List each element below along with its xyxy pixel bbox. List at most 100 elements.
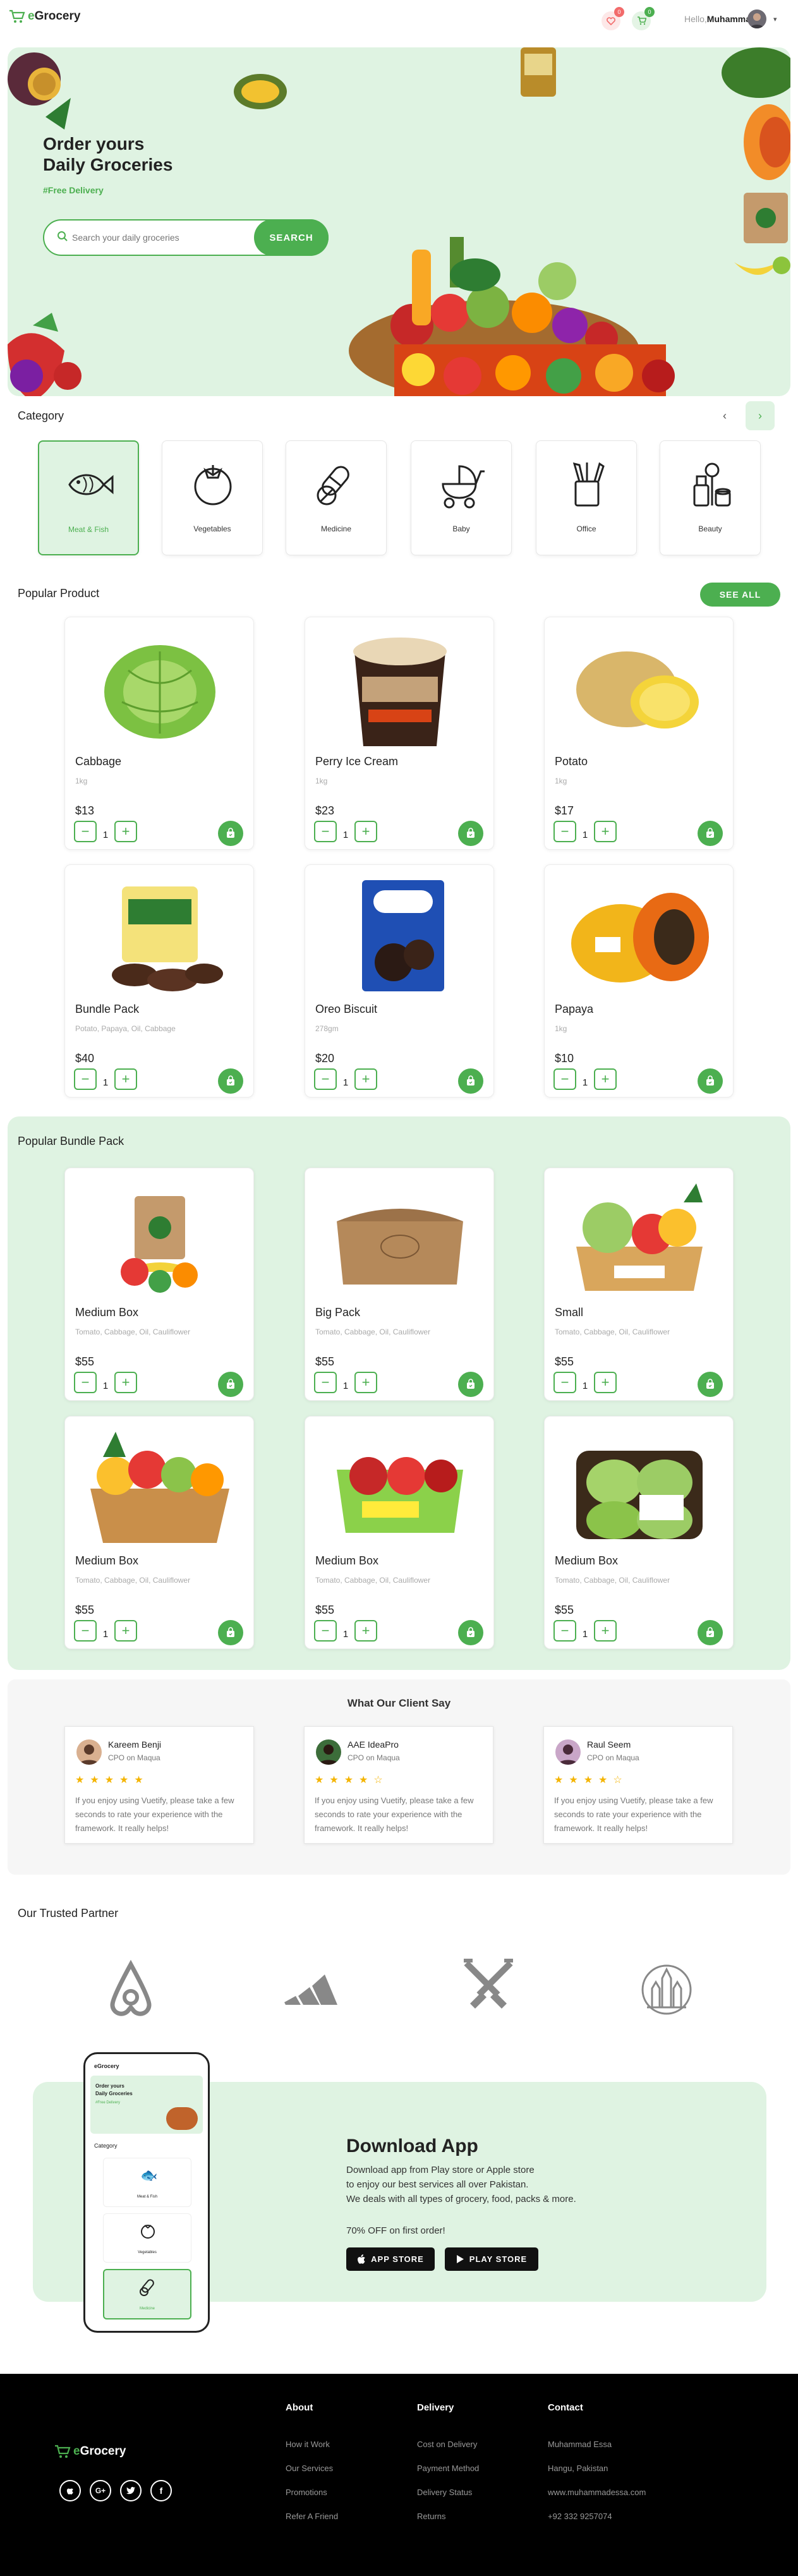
- product-card-oreo-biscuit[interactable]: Oreo Biscuit 278gm $20 − 1 +: [305, 864, 494, 1098]
- increase-quantity-button[interactable]: +: [354, 1372, 377, 1393]
- phone-hero-title2: Daily Groceries: [95, 2091, 133, 2096]
- decrease-quantity-button[interactable]: −: [553, 1372, 576, 1393]
- category-item-beauty[interactable]: Beauty: [660, 440, 761, 555]
- bundle-card-big-pack[interactable]: Big Pack Tomato, Cabbage, Oil, Cauliflowe…: [305, 1168, 494, 1401]
- star-rating: ★★★★☆: [554, 1775, 628, 1786]
- footer-link-cost-on-delivery[interactable]: Cost on Delivery: [417, 2440, 477, 2449]
- increase-quantity-button[interactable]: +: [354, 1068, 377, 1090]
- category-item-medicine[interactable]: Medicine: [286, 440, 387, 555]
- decrease-quantity-button[interactable]: −: [74, 1068, 97, 1090]
- testimonial-card-raul-seem: Raul Seem CPO on Maqua ★★★★☆ If you enjoy u…: [543, 1726, 733, 1844]
- add-to-cart-button[interactable]: [698, 1068, 723, 1094]
- crossed-swords-logo-icon: [464, 1959, 513, 2009]
- facebook-social-button[interactable]: f: [150, 2480, 172, 2501]
- category-item-vegetables[interactable]: Vegetables: [162, 440, 263, 555]
- footer-link-how-it-work[interactable]: How it Work: [286, 2440, 330, 2449]
- logo[interactable]: eGrocery: [9, 9, 80, 24]
- increase-quantity-button[interactable]: +: [114, 1068, 137, 1090]
- increase-quantity-button[interactable]: +: [354, 821, 377, 842]
- product-image: [576, 1451, 703, 1539]
- decrease-quantity-button[interactable]: −: [74, 1372, 97, 1393]
- footer-link-promotions[interactable]: Promotions: [286, 2488, 327, 2497]
- add-to-cart-button[interactable]: [218, 821, 243, 846]
- see-all-button[interactable]: SEE ALL: [700, 583, 780, 607]
- footer-contact-phone[interactable]: +92 332 9257074: [548, 2512, 612, 2521]
- category-item-baby[interactable]: Baby: [411, 440, 512, 555]
- app-store-button[interactable]: APP STORE: [346, 2247, 435, 2271]
- user-avatar[interactable]: [747, 9, 766, 28]
- increase-quantity-button[interactable]: +: [114, 821, 137, 842]
- increase-quantity-button[interactable]: +: [114, 1372, 137, 1393]
- bundle-card-medium-box[interactable]: Medium Box Tomato, Cabbage, Oil, Cauliflo…: [305, 1416, 494, 1649]
- quantity-value: 1: [342, 829, 349, 840]
- decrease-quantity-button[interactable]: −: [74, 821, 97, 842]
- decrease-quantity-button[interactable]: −: [553, 1068, 576, 1090]
- add-to-cart-button[interactable]: [458, 1620, 483, 1645]
- bundle-card-medium-box[interactable]: Medium Box Tomato, Cabbage, Oil, Cauliflo…: [544, 1416, 734, 1649]
- decrease-quantity-button[interactable]: −: [553, 821, 576, 842]
- wishlist-button[interactable]: 0: [602, 7, 624, 30]
- increase-quantity-button[interactable]: +: [594, 1372, 617, 1393]
- add-to-cart-button[interactable]: [698, 1620, 723, 1645]
- add-to-cart-button[interactable]: [218, 1068, 243, 1094]
- quantity-value: 1: [102, 1628, 109, 1640]
- decrease-quantity-button[interactable]: −: [314, 821, 337, 842]
- twitter-social-button[interactable]: [120, 2480, 142, 2501]
- add-to-cart-button[interactable]: [218, 1620, 243, 1645]
- footer-link-our-services[interactable]: Our Services: [286, 2464, 333, 2473]
- chevron-down-icon[interactable]: ▾: [773, 15, 777, 23]
- decrease-quantity-button[interactable]: −: [553, 1620, 576, 1642]
- increase-quantity-button[interactable]: +: [594, 1620, 617, 1642]
- download-title: Download App: [346, 2136, 478, 2156]
- footer-link-returns[interactable]: Returns: [417, 2512, 446, 2521]
- google-plus-social-button[interactable]: G+: [90, 2480, 111, 2501]
- quantity-value: 1: [102, 829, 109, 840]
- search-input[interactable]: [72, 228, 236, 247]
- decrease-quantity-button[interactable]: −: [314, 1372, 337, 1393]
- bundle-card-medium-box[interactable]: Medium Box Tomato, Cabbage, Oil, Cauliflo…: [64, 1168, 254, 1401]
- increase-quantity-button[interactable]: +: [594, 1068, 617, 1090]
- cosmetics-icon: [693, 463, 731, 507]
- plus-icon: +: [121, 1071, 130, 1087]
- bundle-card-medium-box[interactable]: Medium Box Tomato, Cabbage, Oil, Cauliflo…: [64, 1416, 254, 1649]
- footer-contact-website[interactable]: www.muhammadessa.com: [548, 2488, 646, 2497]
- footer-link-payment-method[interactable]: Payment Method: [417, 2464, 479, 2473]
- plus-icon: +: [361, 1071, 370, 1087]
- decrease-quantity-button[interactable]: −: [314, 1620, 337, 1642]
- footer-contact-location: Hangu, Pakistan: [548, 2464, 608, 2473]
- increase-quantity-button[interactable]: +: [354, 1620, 377, 1642]
- search-button[interactable]: SEARCH: [254, 219, 329, 256]
- quantity-stepper: − 1 +: [74, 1068, 137, 1090]
- bundle-card-small[interactable]: Small Tomato, Cabbage, Oil, Cauliflower $5…: [544, 1168, 734, 1401]
- footer-link-delivery-status[interactable]: Delivery Status: [417, 2488, 472, 2497]
- category-item-office[interactable]: Office: [536, 440, 637, 555]
- product-card-potato[interactable]: Potato 1kg $17 − 1 +: [544, 617, 734, 850]
- increase-quantity-button[interactable]: +: [594, 821, 617, 842]
- add-to-cart-button[interactable]: [698, 1372, 723, 1397]
- product-card-papaya[interactable]: Papaya 1kg $10 − 1 +: [544, 864, 734, 1098]
- add-to-cart-button[interactable]: [218, 1372, 243, 1397]
- decrease-quantity-button[interactable]: −: [74, 1620, 97, 1642]
- category-item-meat-fish[interactable]: Meat & Fish: [38, 440, 139, 555]
- add-to-cart-button[interactable]: [458, 1372, 483, 1397]
- increase-quantity-button[interactable]: +: [114, 1620, 137, 1642]
- apple-social-button[interactable]: [59, 2480, 81, 2501]
- footer-link-refer-a-friend[interactable]: Refer A Friend: [286, 2512, 338, 2521]
- minus-icon: −: [560, 1374, 569, 1390]
- category-label: Medicine: [320, 524, 352, 533]
- add-to-cart-button[interactable]: [458, 1068, 483, 1094]
- footer-logo[interactable]: eGrocery: [54, 2444, 126, 2459]
- category-prev-button[interactable]: ‹: [710, 401, 739, 430]
- product-image: [576, 1183, 703, 1291]
- add-to-cart-button[interactable]: [698, 821, 723, 846]
- hero-tagline: #Free Delivery: [43, 185, 104, 195]
- add-to-cart-button[interactable]: [458, 821, 483, 846]
- cart-button[interactable]: 0: [632, 7, 655, 30]
- decrease-quantity-button[interactable]: −: [314, 1068, 337, 1090]
- play-store-button[interactable]: PLAY STORE: [445, 2247, 538, 2271]
- product-card-bundle-pack[interactable]: Bundle Pack Potato, Papaya, Oil, Cabbage $…: [64, 864, 254, 1098]
- category-next-button[interactable]: ›: [746, 401, 775, 430]
- product-card-cabbage[interactable]: Cabbage 1kg $13 − 1 +: [64, 617, 254, 850]
- product-price: $10: [555, 1052, 574, 1065]
- product-card-perry-ice-cream[interactable]: Perry Ice Cream 1kg $23 − 1 +: [305, 617, 494, 850]
